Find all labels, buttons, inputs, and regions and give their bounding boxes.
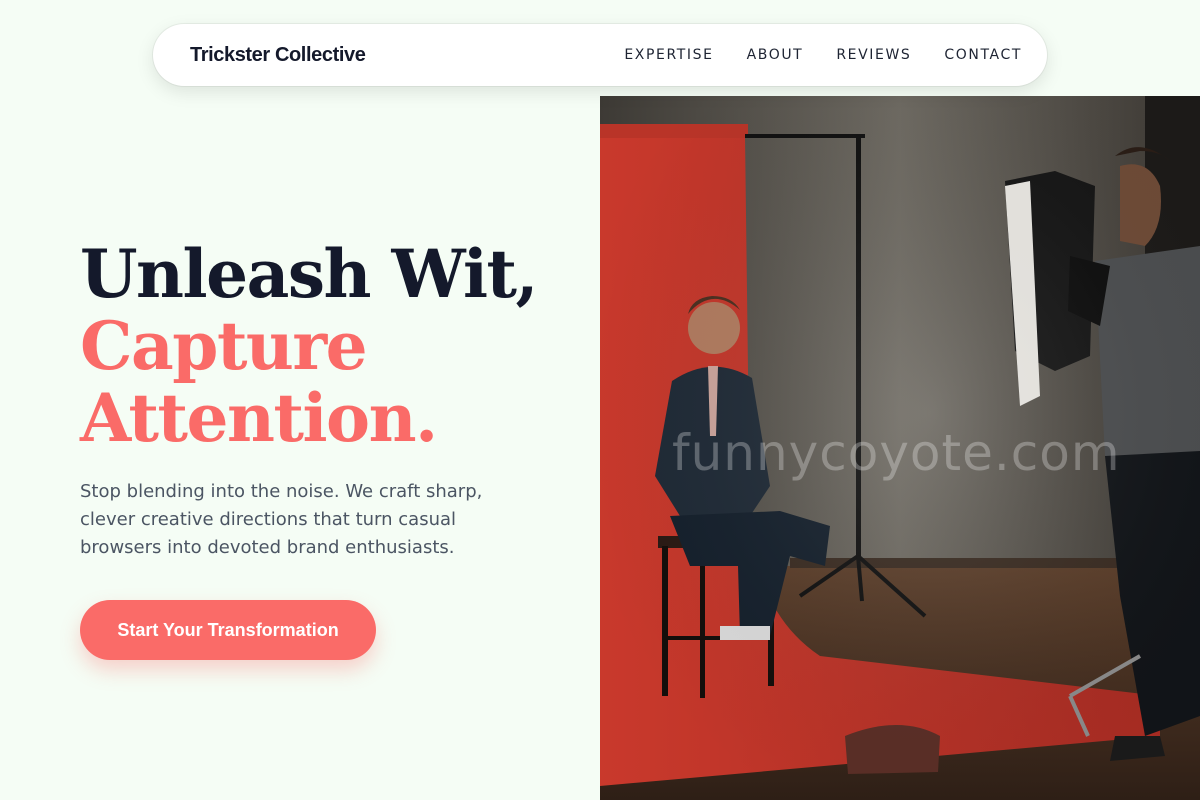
headline-line-3: Attention. (80, 379, 438, 457)
hero-subtext: Stop blending into the noise. We craft s… (80, 481, 483, 558)
start-transformation-button[interactable]: Start Your Transformation (80, 600, 376, 660)
nav-links: EXPERTISE ABOUT REVIEWS CONTACT (624, 47, 1022, 63)
navbar: Trickster Collective EXPERTISE ABOUT REV… (153, 24, 1047, 86)
studio-photo-illustration (600, 96, 1200, 800)
headline-line-2: Capture (80, 307, 368, 385)
headline-line-1: Unleash Wit, (80, 235, 539, 313)
nav-link-reviews[interactable]: REVIEWS (836, 47, 911, 63)
nav-link-expertise[interactable]: EXPERTISE (624, 47, 713, 63)
nav-link-contact[interactable]: CONTACT (944, 47, 1022, 63)
brand-logo[interactable]: Trickster Collective (190, 44, 366, 67)
hero-photo (600, 96, 1200, 800)
nav-link-about[interactable]: ABOUT (747, 47, 804, 63)
hero-headline: Unleash Wit, Capture Attention. (80, 235, 539, 457)
